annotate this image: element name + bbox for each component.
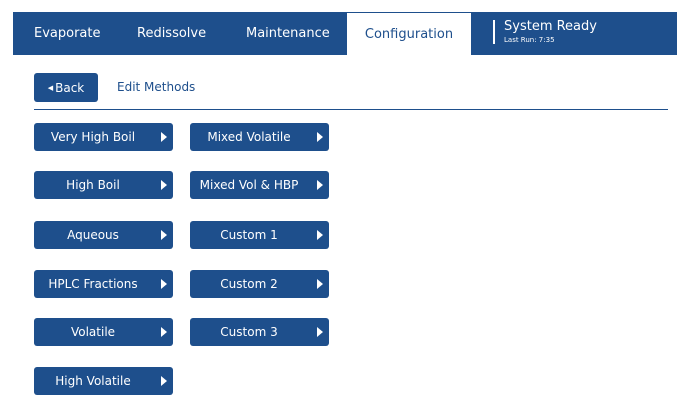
chevron-right-icon	[161, 327, 167, 337]
back-button-label: Back	[55, 80, 85, 95]
chevron-right-icon	[161, 180, 167, 190]
method-label: Custom 1	[220, 228, 278, 242]
method-hplc-fractions-button[interactable]: HPLC Fractions	[34, 270, 173, 298]
method-volatile-button[interactable]: Volatile	[34, 318, 173, 346]
top-nav-bar: Evaporate Redissolve Maintenance Configu…	[13, 12, 677, 55]
tab-evaporate[interactable]: Evaporate	[34, 12, 101, 55]
method-custom-2-button[interactable]: Custom 2	[190, 270, 329, 298]
method-custom-1-button[interactable]: Custom 1	[190, 221, 329, 249]
back-arrow-icon: ◀	[47, 83, 54, 92]
method-high-boil-button[interactable]: High Boil	[34, 171, 173, 199]
method-aqueous-button[interactable]: Aqueous	[34, 221, 173, 249]
header-divider	[34, 109, 668, 110]
method-custom-3-button[interactable]: Custom 3	[190, 318, 329, 346]
tab-configuration[interactable]: Configuration	[347, 12, 471, 55]
back-button[interactable]: ◀ Back	[34, 73, 98, 102]
chevron-right-icon	[317, 132, 323, 142]
method-label: Aqueous	[67, 228, 119, 242]
method-label: Custom 3	[220, 325, 278, 339]
method-mixed-volatile-button[interactable]: Mixed Volatile	[190, 123, 329, 151]
chevron-right-icon	[317, 327, 323, 337]
chevron-right-icon	[317, 279, 323, 289]
chevron-right-icon	[317, 180, 323, 190]
method-label: Very High Boil	[50, 130, 136, 144]
status-title: System Ready	[504, 19, 597, 34]
method-label: Mixed Vol & HBP	[199, 178, 299, 192]
status-divider	[493, 20, 495, 44]
method-label: Custom 2	[220, 277, 278, 291]
chevron-right-icon	[317, 230, 323, 240]
method-label: HPLC Fractions	[48, 277, 138, 291]
method-label: Volatile	[70, 325, 116, 339]
tab-redissolve[interactable]: Redissolve	[137, 12, 206, 55]
method-label: High Boil	[66, 178, 120, 192]
last-run-text: Last Run: 7:35	[504, 36, 555, 44]
method-very-high-boil-button[interactable]: Very High Boil	[34, 123, 173, 151]
tab-maintenance[interactable]: Maintenance	[246, 12, 330, 55]
chevron-right-icon	[161, 132, 167, 142]
page-title: Edit Methods	[117, 80, 196, 94]
chevron-right-icon	[161, 376, 167, 386]
method-label: Mixed Volatile	[207, 130, 291, 144]
chevron-right-icon	[161, 279, 167, 289]
chevron-right-icon	[161, 230, 167, 240]
method-mixed-vol-hbp-button[interactable]: Mixed Vol & HBP	[190, 171, 329, 199]
